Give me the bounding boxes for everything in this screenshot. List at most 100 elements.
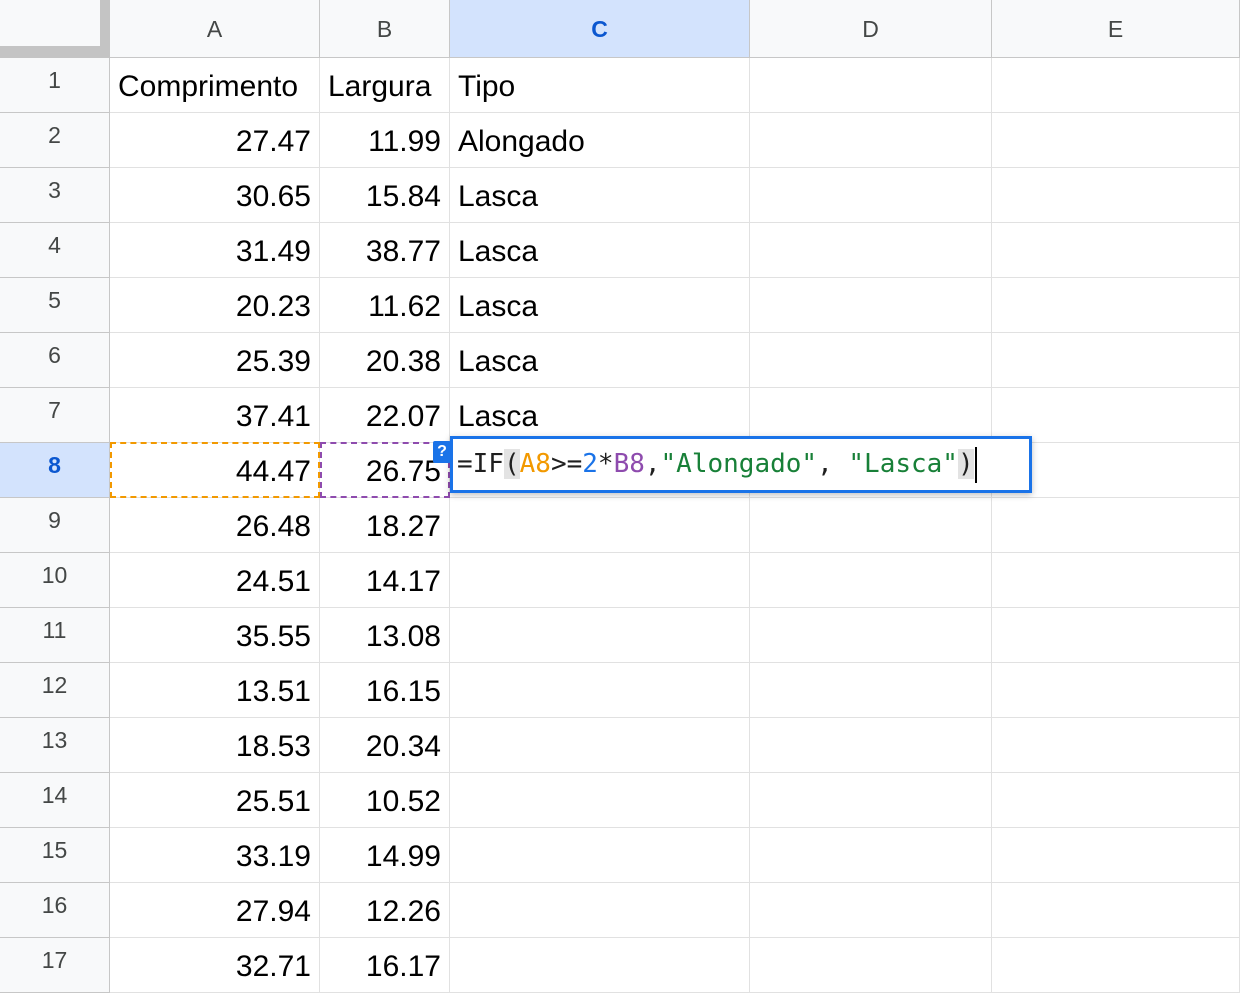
cell-a8[interactable]: 44.47 xyxy=(110,443,320,498)
cell-d13[interactable] xyxy=(750,718,992,773)
cell-formula-editor[interactable]: =IF(A8>=2*B8,"Alongado", "Lasca") xyxy=(450,436,1032,493)
cell-a11[interactable]: 35.55 xyxy=(110,608,320,663)
freeze-column-handle[interactable] xyxy=(100,0,110,52)
column-header-c[interactable]: C xyxy=(450,0,750,58)
cell-c7[interactable]: Lasca xyxy=(450,388,750,443)
cell-e7[interactable] xyxy=(992,388,1240,443)
cell-d4[interactable] xyxy=(750,223,992,278)
cell-b11[interactable]: 13.08 xyxy=(320,608,450,663)
cell-a10[interactable]: 24.51 xyxy=(110,553,320,608)
cell-a3[interactable]: 30.65 xyxy=(110,168,320,223)
cell-b14[interactable]: 10.52 xyxy=(320,773,450,828)
cell-d5[interactable] xyxy=(750,278,992,333)
cell-b7[interactable]: 22.07 xyxy=(320,388,450,443)
cell-b6[interactable]: 20.38 xyxy=(320,333,450,388)
cell-c13[interactable] xyxy=(450,718,750,773)
cell-a15[interactable]: 33.19 xyxy=(110,828,320,883)
column-header-e[interactable]: E xyxy=(992,0,1240,58)
cell-d12[interactable] xyxy=(750,663,992,718)
cell-e12[interactable] xyxy=(992,663,1240,718)
row-header-1[interactable]: 1 xyxy=(0,58,110,113)
cell-e9[interactable] xyxy=(992,498,1240,553)
cell-b10[interactable]: 14.17 xyxy=(320,553,450,608)
column-header-d[interactable]: D xyxy=(750,0,992,58)
freeze-row-handle[interactable] xyxy=(0,46,110,58)
cell-e1[interactable] xyxy=(992,58,1240,113)
cell-c15[interactable] xyxy=(450,828,750,883)
row-header-14[interactable]: 14 xyxy=(0,773,110,828)
cell-b5[interactable]: 11.62 xyxy=(320,278,450,333)
cell-e10[interactable] xyxy=(992,553,1240,608)
cell-b3[interactable]: 15.84 xyxy=(320,168,450,223)
row-header-8[interactable]: 8 xyxy=(0,443,110,498)
cell-e6[interactable] xyxy=(992,333,1240,388)
cell-c4[interactable]: Lasca xyxy=(450,223,750,278)
cell-b8[interactable]: 26.75 xyxy=(320,443,450,498)
row-header-10[interactable]: 10 xyxy=(0,553,110,608)
cell-d7[interactable] xyxy=(750,388,992,443)
cell-a2[interactable]: 27.47 xyxy=(110,113,320,168)
column-header-b[interactable]: B xyxy=(320,0,450,58)
row-header-4[interactable]: 4 xyxy=(0,223,110,278)
cell-a7[interactable]: 37.41 xyxy=(110,388,320,443)
cell-d14[interactable] xyxy=(750,773,992,828)
cell-d1[interactable] xyxy=(750,58,992,113)
row-header-13[interactable]: 13 xyxy=(0,718,110,773)
row-header-5[interactable]: 5 xyxy=(0,278,110,333)
row-header-2[interactable]: 2 xyxy=(0,113,110,168)
cell-b13[interactable]: 20.34 xyxy=(320,718,450,773)
cell-c16[interactable] xyxy=(450,883,750,938)
cell-b15[interactable]: 14.99 xyxy=(320,828,450,883)
cell-c10[interactable] xyxy=(450,553,750,608)
cell-e14[interactable] xyxy=(992,773,1240,828)
cell-b1[interactable]: Largura xyxy=(320,58,450,113)
cell-e17[interactable] xyxy=(992,938,1240,993)
cell-d10[interactable] xyxy=(750,553,992,608)
cell-d2[interactable] xyxy=(750,113,992,168)
row-header-6[interactable]: 6 xyxy=(0,333,110,388)
cell-b9[interactable]: 18.27 xyxy=(320,498,450,553)
row-header-12[interactable]: 12 xyxy=(0,663,110,718)
formula-help-icon[interactable]: ? xyxy=(433,441,451,463)
cell-c1[interactable]: Tipo xyxy=(450,58,750,113)
cell-a4[interactable]: 31.49 xyxy=(110,223,320,278)
cell-a13[interactable]: 18.53 xyxy=(110,718,320,773)
cell-e15[interactable] xyxy=(992,828,1240,883)
cell-b16[interactable]: 12.26 xyxy=(320,883,450,938)
cell-e11[interactable] xyxy=(992,608,1240,663)
cell-e4[interactable] xyxy=(992,223,1240,278)
cell-a1[interactable]: Comprimento xyxy=(110,58,320,113)
cell-d15[interactable] xyxy=(750,828,992,883)
cell-d9[interactable] xyxy=(750,498,992,553)
cell-a14[interactable]: 25.51 xyxy=(110,773,320,828)
row-header-3[interactable]: 3 xyxy=(0,168,110,223)
cell-e5[interactable] xyxy=(992,278,1240,333)
row-header-16[interactable]: 16 xyxy=(0,883,110,938)
cell-e16[interactable] xyxy=(992,883,1240,938)
column-header-a[interactable]: A xyxy=(110,0,320,58)
cell-c9[interactable] xyxy=(450,498,750,553)
cell-d3[interactable] xyxy=(750,168,992,223)
cell-c6[interactable]: Lasca xyxy=(450,333,750,388)
cell-e2[interactable] xyxy=(992,113,1240,168)
cell-e3[interactable] xyxy=(992,168,1240,223)
cell-a17[interactable]: 32.71 xyxy=(110,938,320,993)
cell-a5[interactable]: 20.23 xyxy=(110,278,320,333)
cell-d6[interactable] xyxy=(750,333,992,388)
row-header-7[interactable]: 7 xyxy=(0,388,110,443)
cell-c2[interactable]: Alongado xyxy=(450,113,750,168)
cell-d17[interactable] xyxy=(750,938,992,993)
cell-c14[interactable] xyxy=(450,773,750,828)
cell-c12[interactable] xyxy=(450,663,750,718)
row-header-11[interactable]: 11 xyxy=(0,608,110,663)
cell-a9[interactable]: 26.48 xyxy=(110,498,320,553)
row-header-15[interactable]: 15 xyxy=(0,828,110,883)
cell-c3[interactable]: Lasca xyxy=(450,168,750,223)
cell-c5[interactable]: Lasca xyxy=(450,278,750,333)
cell-b2[interactable]: 11.99 xyxy=(320,113,450,168)
cell-c17[interactable] xyxy=(450,938,750,993)
select-all-corner[interactable] xyxy=(0,0,110,58)
cell-d16[interactable] xyxy=(750,883,992,938)
cell-a16[interactable]: 27.94 xyxy=(110,883,320,938)
cell-d11[interactable] xyxy=(750,608,992,663)
